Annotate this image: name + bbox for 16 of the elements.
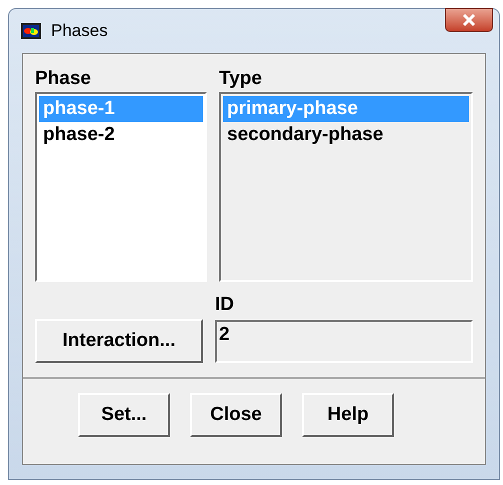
id-field[interactable]: 2 <box>215 320 473 363</box>
phase-list[interactable]: phase-1 phase-2 <box>35 92 207 282</box>
dialog-button[interactable]: Help <box>302 393 394 437</box>
interaction-button[interactable]: Interaction... <box>35 319 203 363</box>
app-icon <box>21 23 41 39</box>
type-list[interactable]: primary-phase secondary-phase <box>219 92 473 282</box>
dialog-button[interactable]: Close <box>190 393 282 437</box>
list-label: Type <box>219 68 263 90</box>
window-title: Phases <box>51 20 108 42</box>
close-icon <box>462 14 476 26</box>
list-item[interactable]: phase-2 <box>39 122 203 148</box>
field-label: ID <box>215 294 235 316</box>
close-button[interactable] <box>445 8 493 32</box>
list-item[interactable]: secondary-phase <box>223 122 469 148</box>
dialog-button[interactable]: Set... <box>78 393 170 437</box>
list-label: Phase <box>35 68 92 90</box>
